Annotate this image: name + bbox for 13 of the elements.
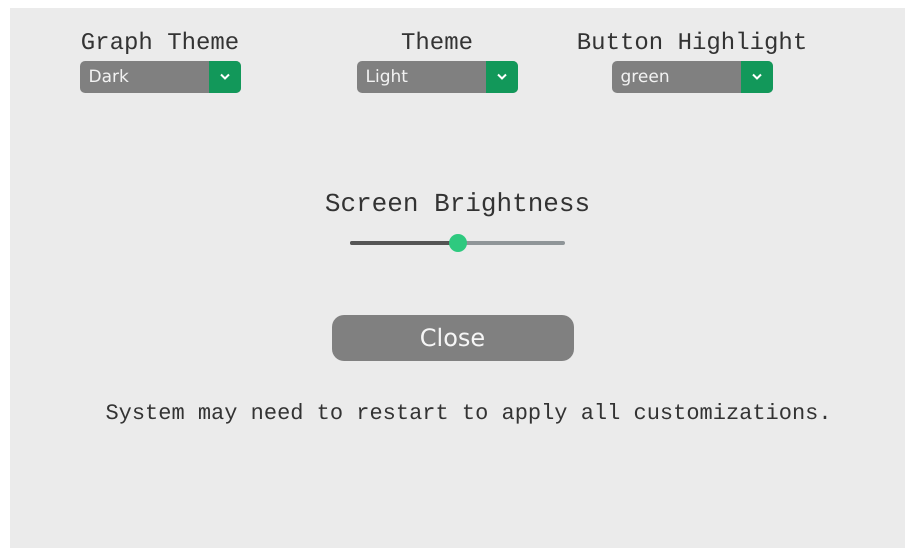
dropdown-label: Button Highlight xyxy=(576,30,808,59)
dropdown[interactable]: green xyxy=(612,60,772,93)
restart-message: System may need to restart to apply all customizations. xyxy=(105,400,832,428)
chevron-down-icon xyxy=(220,73,230,80)
dropdown-label: Theme xyxy=(400,30,473,59)
chevron-down-icon xyxy=(496,73,506,80)
chevron-down-icon xyxy=(752,73,762,80)
close-button[interactable]: Close xyxy=(332,314,574,361)
dropdown[interactable]: Light xyxy=(356,60,518,93)
slider-thumb[interactable] xyxy=(448,234,466,252)
dropdown-label: Graph Theme xyxy=(80,30,240,59)
slider-label: Screen Brightness xyxy=(324,188,590,220)
dropdown[interactable]: Dark xyxy=(80,60,240,93)
